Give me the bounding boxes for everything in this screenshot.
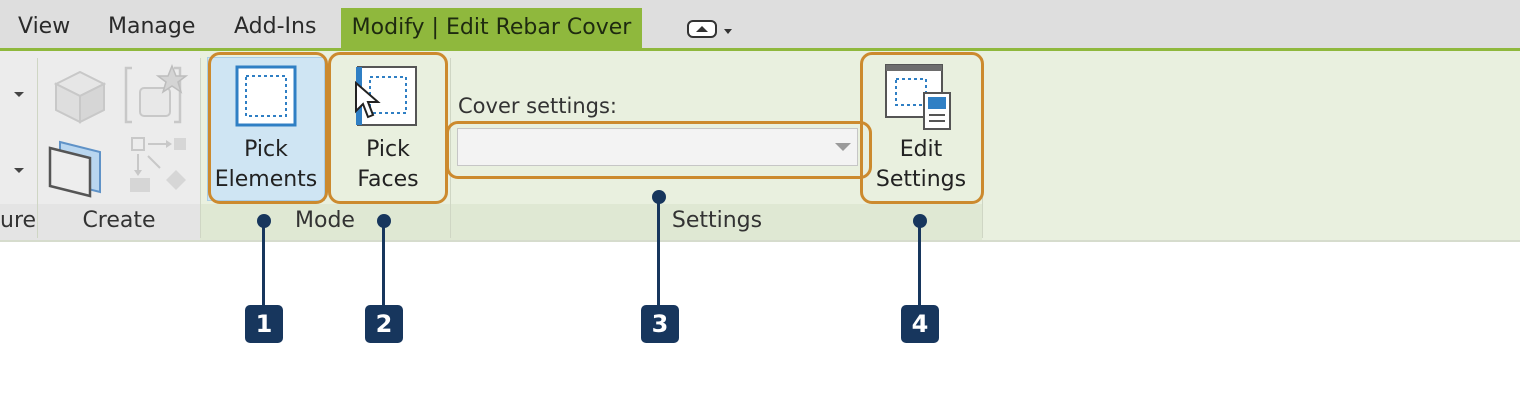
- callout-highlight-4: [860, 52, 984, 204]
- callout-badge-1: 1: [245, 305, 283, 343]
- callout-highlight-1: [208, 52, 328, 204]
- component-star-icon: [122, 62, 190, 132]
- ribbon-tab-bar: [0, 0, 1520, 48]
- mode-panel-label: Mode: [295, 208, 355, 233]
- tab-view[interactable]: View: [18, 8, 70, 46]
- settings-panel-label: Settings: [671, 208, 763, 233]
- structure-panel-label: ure: [0, 208, 37, 233]
- tab-manage[interactable]: Manage: [108, 8, 195, 46]
- cube-stack-icon: [50, 62, 112, 132]
- callout-line-4: [918, 226, 921, 308]
- panel-visibility-dropdown[interactable]: [686, 18, 736, 40]
- dropdown-arrow-icon[interactable]: [12, 160, 26, 179]
- move-array-icon: [126, 134, 190, 202]
- tab-add-ins[interactable]: Add-Ins: [234, 8, 316, 46]
- ribbon-bottom-border: [0, 240, 1520, 242]
- panel-toggle-icon: [687, 20, 732, 38]
- callout-highlight-3: [446, 121, 872, 179]
- callout-badge-2: 2: [365, 305, 403, 343]
- tab-modify-edit-rebar-cover[interactable]: Modify | Edit Rebar Cover: [341, 8, 642, 48]
- dropdown-arrow-icon[interactable]: [12, 84, 26, 103]
- cover-settings-label: Cover settings:: [458, 94, 617, 118]
- layered-panels-icon: [46, 134, 110, 202]
- callout-badge-4: 4: [901, 305, 939, 343]
- callout-badge-3: 3: [641, 305, 679, 343]
- callout-line-2: [382, 226, 385, 308]
- callout-line-3: [657, 202, 660, 308]
- callout-line-1: [262, 226, 265, 308]
- create-panel-label: Create: [82, 208, 156, 233]
- callout-highlight-2: [328, 52, 448, 204]
